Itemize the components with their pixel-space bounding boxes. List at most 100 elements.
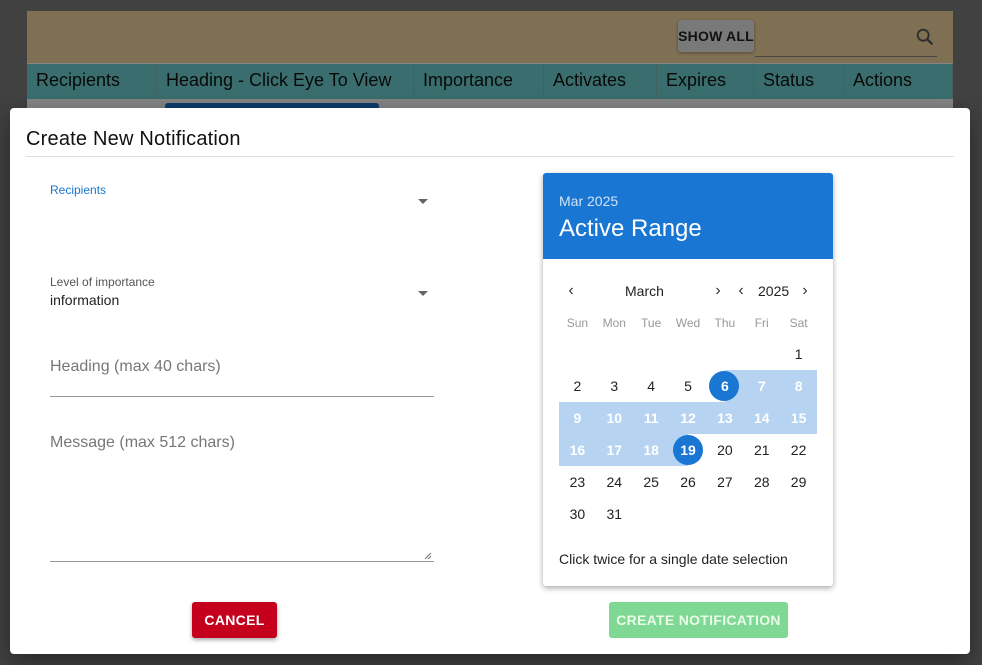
calendar-day[interactable]: 15: [780, 402, 818, 434]
calendar-header-subtitle: Mar 2025: [559, 193, 619, 209]
calendar-day[interactable]: 14: [743, 402, 781, 434]
message-placeholder: Message (max 512 chars): [50, 434, 235, 451]
calendar-header-title: Active Range: [559, 215, 702, 242]
cancel-button[interactable]: CANCEL: [192, 602, 277, 638]
calendar-day-number: 17: [606, 442, 623, 458]
calendar-day[interactable]: 3: [596, 370, 633, 402]
calendar-empty-cell: [633, 338, 670, 370]
importance-value: information: [50, 292, 120, 308]
calendar-day-number: 16: [569, 442, 586, 458]
prev-month-icon[interactable]: ‹: [561, 281, 581, 301]
calendar-day-number: 18: [643, 442, 659, 458]
calendar-day-number: 8: [794, 378, 803, 394]
calendar-grid: 1 2 3 4 5 6 7 8 9 10 11 12 13 14 15 16 17 18 19 20 21 22 23 24 2…: [559, 338, 818, 530]
recipients-select[interactable]: Recipients: [50, 183, 434, 223]
calendar-day[interactable]: 20: [706, 434, 743, 466]
calendar-day-number: 28: [753, 474, 770, 490]
calendar-day[interactable]: 13: [706, 402, 744, 434]
calendar-week: 2 3 4 5 6 7 8: [559, 370, 818, 402]
prev-year-icon[interactable]: ‹: [731, 281, 751, 301]
month-label: March: [625, 283, 664, 299]
calendar-day[interactable]: 4: [633, 370, 670, 402]
resize-handle-icon[interactable]: [424, 552, 432, 560]
calendar-day-number: 5: [684, 378, 692, 394]
calendar-day[interactable]: 18: [632, 434, 670, 466]
next-year-icon[interactable]: ›: [795, 281, 815, 301]
calendar-day[interactable]: 5: [670, 370, 707, 402]
calendar-day-number: 26: [680, 474, 696, 490]
calendar-empty-cell: [670, 498, 707, 530]
calendar-day-number: 30: [569, 506, 586, 522]
calendar-empty-cell: [706, 338, 743, 370]
weekday-label: Sat: [789, 316, 808, 330]
heading-input[interactable]: Heading (max 40 chars): [50, 358, 434, 398]
recipients-label: Recipients: [50, 183, 107, 197]
calendar-day[interactable]: 10: [595, 402, 633, 434]
calendar-day[interactable]: 6: [706, 370, 744, 402]
calendar-day-number: 24: [606, 474, 623, 490]
dialog-title: Create New Notification: [26, 128, 241, 150]
calendar-day-number: 7: [757, 378, 766, 394]
calendar-day[interactable]: 17: [595, 434, 633, 466]
calendar-day[interactable]: 7: [743, 370, 781, 402]
calendar-empty-cell: [596, 338, 633, 370]
calendar-week: 23 24 25 26 27 28 29: [559, 466, 817, 498]
create-notification-dialog: Create New Notification Recipients Level…: [10, 108, 970, 654]
calendar-day-number: 9: [573, 410, 582, 426]
calendar-day-number: 23: [569, 474, 586, 490]
heading-underline: [50, 396, 434, 397]
create-notification-button[interactable]: CREATE NOTIFICATION: [609, 602, 788, 638]
calendar-empty-cell: [743, 338, 780, 370]
calendar-day[interactable]: 28: [743, 466, 780, 498]
calendar-day-number: 19: [680, 442, 696, 458]
calendar-empty-cell: [780, 498, 817, 530]
calendar-day-number: 12: [680, 410, 696, 426]
calendar-day[interactable]: 23: [559, 466, 596, 498]
weekday-label: Wed: [675, 316, 701, 330]
title-divider: [26, 156, 954, 157]
chevron-down-icon[interactable]: [418, 199, 428, 204]
importance-select[interactable]: Level of importance information: [50, 275, 434, 315]
calendar-day-number: 2: [573, 378, 582, 394]
calendar-empty-cell: [670, 338, 707, 370]
calendar-day-number: 1: [794, 346, 803, 362]
weekday-label: Thu: [714, 316, 736, 330]
calendar-day[interactable]: 27: [706, 466, 743, 498]
weekday-label: Fri: [754, 316, 769, 330]
importance-label: Level of importance: [50, 275, 155, 289]
calendar-day-number: 15: [790, 410, 807, 426]
calendar-day[interactable]: 26: [670, 466, 707, 498]
calendar-day[interactable]: 2: [559, 370, 596, 402]
calendar-day[interactable]: 9: [559, 402, 596, 434]
calendar-day-number: 21: [753, 442, 770, 458]
calendar-empty-cell: [633, 498, 670, 530]
date-range-picker: Mar 2025 Active Range ‹ March › ‹ 2025 ›…: [543, 173, 833, 586]
calendar-day[interactable]: 1: [780, 338, 817, 370]
chevron-down-icon[interactable]: [418, 291, 428, 296]
year-label: 2025: [758, 283, 790, 299]
calendar-day[interactable]: 21: [743, 434, 780, 466]
calendar-day[interactable]: 24: [596, 466, 633, 498]
calendar-day-number: 25: [643, 474, 659, 490]
calendar-day[interactable]: 19: [669, 434, 707, 466]
calendar-day[interactable]: 8: [780, 370, 818, 402]
heading-placeholder: Heading (max 40 chars): [50, 358, 221, 375]
calendar-week: 9 10 11 12 13 14 15: [559, 402, 818, 434]
calendar-day[interactable]: 11: [632, 402, 670, 434]
message-textarea[interactable]: Message (max 512 chars): [50, 434, 434, 562]
weekday-header: Sun Mon Tue Wed Thu Fri Sat: [559, 316, 817, 330]
calendar-day[interactable]: 25: [633, 466, 670, 498]
next-month-icon[interactable]: ›: [708, 281, 728, 301]
calendar-day-number: 6: [720, 378, 729, 394]
calendar-day[interactable]: 16: [559, 434, 596, 466]
weekday-label: Mon: [602, 316, 626, 330]
calendar-day[interactable]: 22: [780, 434, 817, 466]
calendar-day[interactable]: 29: [780, 466, 817, 498]
calendar-hint: Click twice for a single date selection: [559, 551, 788, 567]
calendar-day[interactable]: 12: [669, 402, 707, 434]
calendar-day[interactable]: 31: [596, 498, 633, 530]
calendar-day-number: 20: [717, 442, 733, 458]
calendar-day-number: 3: [610, 378, 619, 394]
calendar-navigation: ‹ March › ‹ 2025 ›: [543, 281, 833, 301]
calendar-day[interactable]: 30: [559, 498, 596, 530]
